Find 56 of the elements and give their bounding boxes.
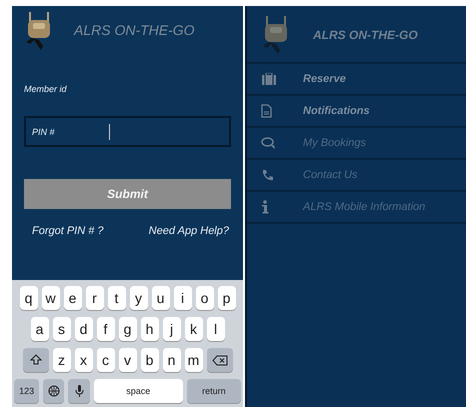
- key[interactable]: y: [130, 286, 148, 310]
- key[interactable]: g: [118, 317, 136, 341]
- key[interactable]: n: [162, 348, 180, 372]
- key[interactable]: p: [218, 286, 236, 310]
- shift-icon: [30, 354, 42, 366]
- suitcase-icon: [261, 73, 277, 85]
- key[interactable]: u: [152, 286, 170, 310]
- key[interactable]: c: [96, 348, 114, 372]
- shift-key[interactable]: [22, 348, 48, 372]
- key[interactable]: j: [162, 317, 180, 341]
- member-id-label: Member id: [24, 84, 68, 94]
- key[interactable]: l: [206, 317, 224, 341]
- backspace-icon: [212, 354, 228, 366]
- menu-item[interactable]: Notifications: [247, 96, 466, 128]
- menu-item-label: Contact Us: [303, 169, 358, 181]
- key[interactable]: i: [174, 286, 192, 310]
- key[interactable]: q: [20, 286, 38, 310]
- key[interactable]: w: [42, 286, 60, 310]
- mic-key[interactable]: [68, 379, 90, 403]
- space-key[interactable]: space: [94, 379, 183, 403]
- key[interactable]: t: [108, 286, 126, 310]
- key[interactable]: k: [184, 317, 202, 341]
- menu-title: ALRS ON-THE-GO: [313, 28, 418, 42]
- chat-icon: [261, 136, 277, 150]
- key[interactable]: v: [118, 348, 136, 372]
- document-icon: [261, 104, 272, 118]
- menu-item-label: Notifications: [303, 105, 370, 117]
- key[interactable]: x: [74, 348, 92, 372]
- key[interactable]: f: [96, 317, 114, 341]
- key[interactable]: s: [52, 317, 70, 341]
- menu-item-label: ALRS Mobile Information: [303, 201, 426, 213]
- menu-item-label: My Bookings: [303, 137, 366, 149]
- key[interactable]: m: [184, 348, 202, 372]
- menu-item[interactable]: Reserve: [247, 64, 466, 96]
- globe-key[interactable]: [43, 379, 64, 403]
- pin-field[interactable]: PIN #: [24, 116, 231, 147]
- key[interactable]: e: [64, 286, 82, 310]
- help-link[interactable]: Need App Help?: [148, 225, 229, 237]
- phone-icon: [261, 168, 274, 182]
- app-title: ALRS ON-THE-GO: [74, 22, 195, 38]
- text-cursor: [109, 124, 110, 140]
- delete-key[interactable]: [206, 348, 232, 372]
- globe-icon: [48, 385, 60, 397]
- key[interactable]: return: [186, 379, 242, 403]
- key[interactable]: d: [74, 317, 92, 341]
- key[interactable]: r: [86, 286, 104, 310]
- key[interactable]: b: [140, 348, 158, 372]
- key[interactable]: z: [52, 348, 70, 372]
- key[interactable]: o: [196, 286, 214, 310]
- menu-item-label: Reserve: [303, 73, 346, 85]
- info-icon: [261, 200, 269, 214]
- key[interactable]: 123: [14, 379, 40, 403]
- microphone-icon: [74, 384, 84, 398]
- key[interactable]: h: [140, 317, 158, 341]
- key[interactable]: a: [30, 317, 48, 341]
- forgot-pin-link[interactable]: Forgot PIN # ?: [32, 225, 104, 237]
